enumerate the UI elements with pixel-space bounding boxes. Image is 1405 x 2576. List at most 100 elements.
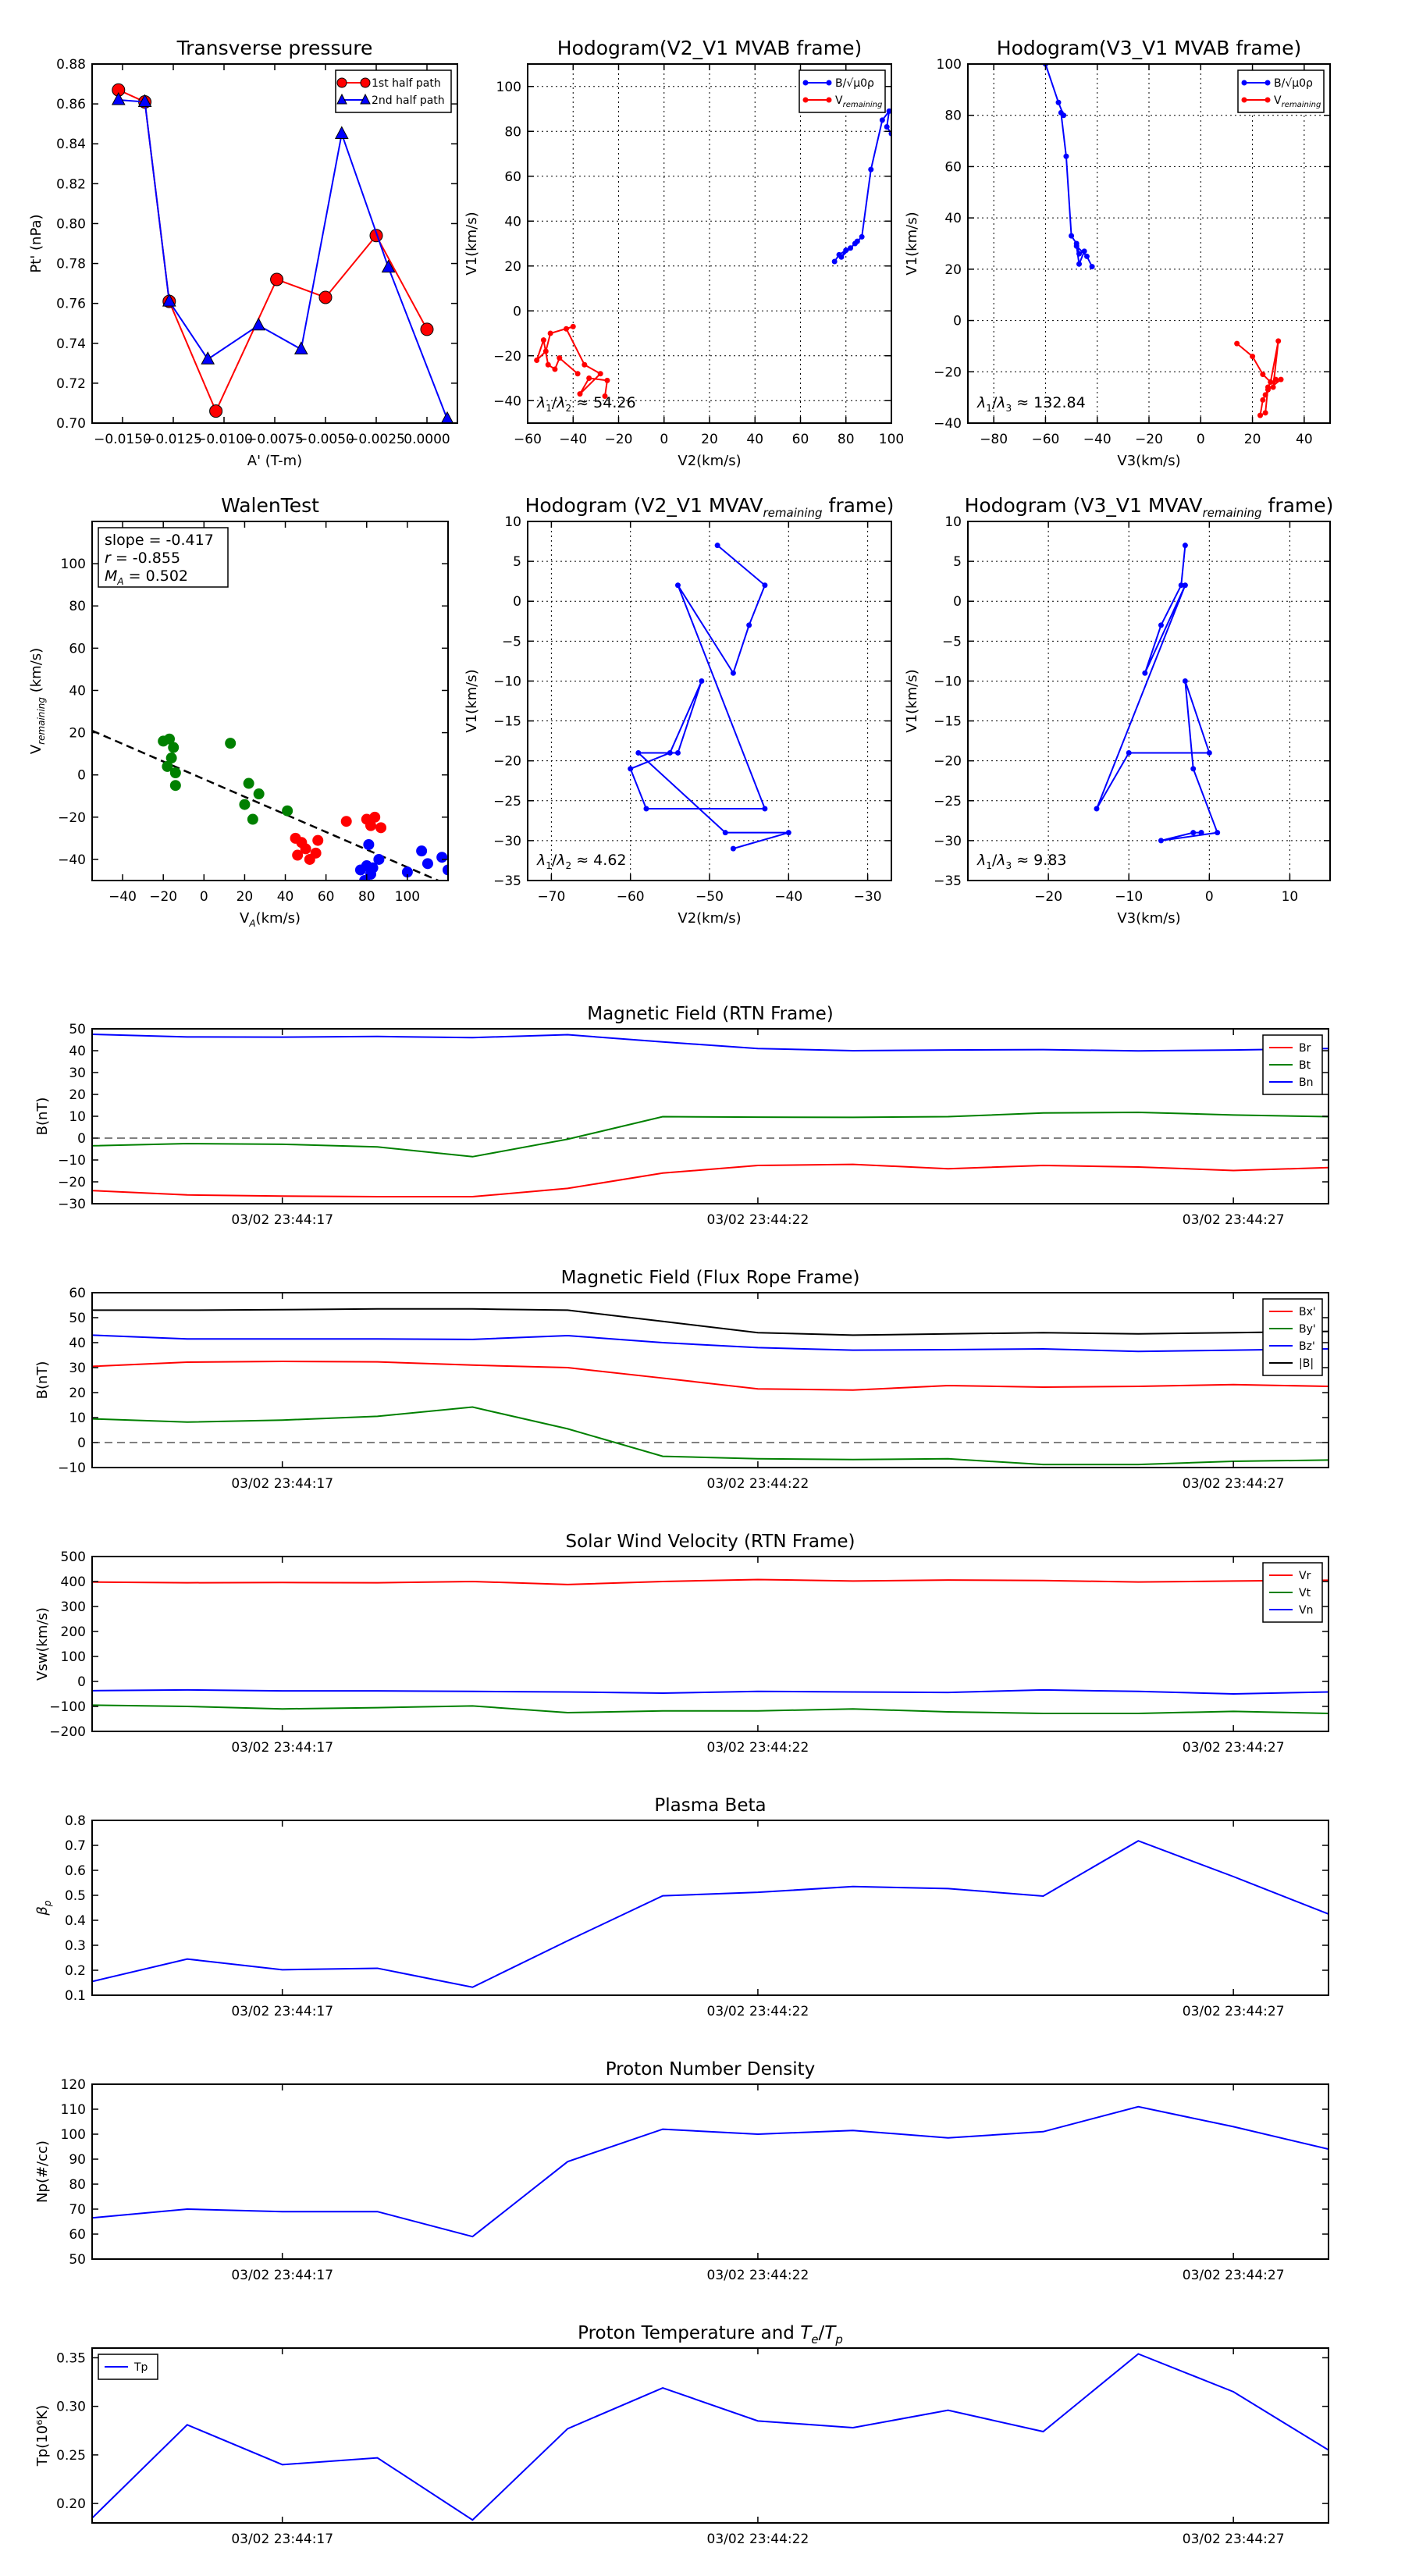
data-point bbox=[1260, 397, 1266, 403]
y-tick-label: −5 bbox=[502, 634, 521, 649]
x-tick-label: −0.0125 bbox=[144, 432, 202, 447]
x-tick-label: 03/02 23:44:27 bbox=[1183, 2004, 1285, 2019]
data-point bbox=[1158, 838, 1164, 844]
y-tick-label: −200 bbox=[49, 1724, 86, 1740]
lambda-ratio-annotation: λ1/λ3 ≈ 9.83 bbox=[976, 852, 1067, 871]
data-point bbox=[635, 749, 642, 756]
chart-title: Magnetic Field (RTN Frame) bbox=[587, 1004, 834, 1024]
data-point bbox=[597, 371, 603, 377]
data-point bbox=[628, 766, 634, 772]
y-axis-label: B(nT) bbox=[34, 1361, 51, 1400]
x-tick-label: −0.0025 bbox=[347, 432, 405, 447]
y-tick-label: 90 bbox=[69, 2152, 86, 2168]
chart-title: Hodogram (V2_V1 MVAVremaining frame) bbox=[525, 494, 895, 520]
series-line bbox=[92, 1406, 1329, 1466]
data-point bbox=[1262, 392, 1268, 398]
legend-label: Tp bbox=[133, 2361, 148, 2374]
y-tick-label: 0.7 bbox=[65, 1838, 86, 1854]
series-line bbox=[92, 1308, 1329, 1336]
x-tick-label: 03/02 23:44:22 bbox=[707, 2004, 809, 2019]
legend-marker bbox=[802, 97, 809, 103]
series-by- bbox=[92, 1406, 1329, 1466]
y-tick-label: 0.8 bbox=[65, 1813, 86, 1829]
legend: Vr Vt Vn bbox=[1262, 1562, 1323, 1623]
x-tick-label: 10 bbox=[1282, 889, 1299, 905]
data-point bbox=[604, 377, 610, 383]
y-tick-label: −20 bbox=[58, 1175, 86, 1190]
x-tick-label: 03/02 23:44:27 bbox=[1183, 1476, 1285, 1492]
data-point bbox=[879, 117, 885, 123]
data-point bbox=[169, 780, 181, 792]
y-tick-label: 60 bbox=[69, 641, 86, 656]
x-tick-label: −20 bbox=[605, 432, 633, 447]
data-point bbox=[1278, 376, 1284, 382]
y-tick-label: −20 bbox=[493, 349, 521, 365]
data-point bbox=[1089, 264, 1095, 270]
data-point bbox=[293, 341, 308, 354]
data-point bbox=[1076, 251, 1083, 257]
data-point bbox=[714, 543, 720, 549]
data-point bbox=[1264, 384, 1271, 390]
series-2 bbox=[354, 839, 448, 881]
legend-label: Br bbox=[1299, 1042, 1311, 1055]
y-tick-label: 20 bbox=[69, 1087, 86, 1103]
legend-label: Bt bbox=[1299, 1059, 1311, 1072]
data-point bbox=[420, 322, 434, 336]
x-tick-label: 80 bbox=[838, 432, 855, 447]
y-tick-label: 120 bbox=[61, 2077, 86, 2093]
y-tick-label: −100 bbox=[49, 1699, 86, 1715]
data-point bbox=[340, 816, 352, 827]
hodogram-v2v1-mvav-chart: Hodogram (V2_V1 MVAVremaining frame)−35−… bbox=[464, 494, 894, 927]
y-tick-label: 40 bbox=[944, 211, 962, 226]
series-0 bbox=[1094, 543, 1221, 844]
y-tick-label: 80 bbox=[69, 599, 86, 614]
hodogram-v3v1-mvab-chart: Hodogram(V3_V1 MVAB frame) −40 −20 0 20 40 60 8… bbox=[904, 37, 1331, 469]
data-point bbox=[1234, 340, 1240, 347]
y-tick-label: −40 bbox=[493, 393, 521, 409]
data-point bbox=[586, 375, 592, 381]
y-tick-label: −30 bbox=[493, 834, 521, 849]
y-tick-label: 5 bbox=[513, 554, 521, 570]
legend: Br Bt Bn bbox=[1262, 1034, 1323, 1095]
y-axis-label: Vremaining (km/s) bbox=[28, 648, 47, 754]
data-point bbox=[785, 830, 791, 836]
y-tick-label: 40 bbox=[69, 683, 86, 699]
legend-marker bbox=[1264, 97, 1271, 103]
x-tick-label: 03/02 23:44:17 bbox=[231, 1740, 333, 1756]
y-axis-label: B(nT) bbox=[34, 1098, 51, 1136]
y-axis-label: V1(km/s) bbox=[904, 212, 920, 275]
y-tick-label: 80 bbox=[944, 109, 962, 124]
y-tick-label: 0.4 bbox=[65, 1913, 86, 1929]
data-point bbox=[1272, 376, 1279, 382]
legend-label: B/√μ0ρ bbox=[1274, 77, 1313, 90]
y-tick-label: 50 bbox=[69, 1311, 86, 1326]
legend-label: B/√μ0ρ bbox=[835, 77, 874, 90]
data-point bbox=[440, 411, 454, 423]
y-tick-label: 0.74 bbox=[56, 336, 86, 352]
y-tick-label: 60 bbox=[504, 169, 521, 185]
series-line bbox=[92, 1360, 1329, 1391]
chart-title: Hodogram (V3_V1 MVAVremaining frame) bbox=[965, 494, 1334, 520]
series-vr bbox=[92, 1578, 1329, 1585]
x-tick-label: 20 bbox=[237, 889, 254, 905]
x-tick-label: −40 bbox=[559, 432, 587, 447]
series-vn bbox=[92, 1688, 1329, 1695]
proton-temperature-chart: Proton Temperature and Te/Tp 0.20 0.25 0.30… bbox=[34, 2323, 1329, 2547]
data-point bbox=[282, 805, 293, 817]
y-tick-label: −15 bbox=[493, 714, 521, 730]
transverse-pressure-chart: Transverse pressure 0.70 0.72 0.74 0.76 0.78 0… bbox=[28, 37, 458, 469]
data-point bbox=[1275, 338, 1282, 344]
legend-marker bbox=[826, 80, 832, 86]
y-tick-label: 20 bbox=[944, 262, 962, 278]
data-point bbox=[436, 852, 448, 863]
x-tick-label: −50 bbox=[695, 889, 724, 905]
chart-title: Transverse pressure bbox=[176, 37, 373, 59]
y-tick-label: 300 bbox=[61, 1599, 86, 1615]
x-tick-label: −20 bbox=[149, 889, 177, 905]
series-line bbox=[535, 326, 609, 397]
x-axis-label: V2(km/s) bbox=[678, 453, 741, 469]
y-tick-label: 30 bbox=[69, 1361, 86, 1376]
y-tick-label: −10 bbox=[58, 1461, 86, 1476]
x-tick-label: −0.0150 bbox=[94, 432, 151, 447]
data-point bbox=[1063, 153, 1069, 159]
